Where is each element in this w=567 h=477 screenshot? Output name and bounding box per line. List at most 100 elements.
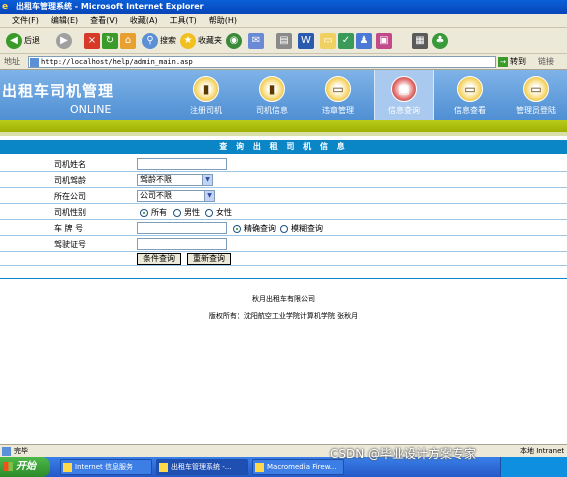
star-icon: ★	[180, 32, 196, 49]
back-button[interactable]: ◀ 后退	[6, 32, 40, 50]
folder-icon: ▭	[325, 76, 351, 102]
discuss-icon: ▭	[320, 32, 336, 49]
security-zone: 本地 Intranet	[520, 447, 565, 455]
address-label: 地址	[4, 57, 20, 66]
row-license: 驾驶证号	[0, 236, 567, 252]
refresh-icon: ↻	[102, 32, 118, 49]
status-bar: 完毕 本地 Intranet	[0, 444, 567, 457]
taskbar: 开始 Internet 信息服务 出租车管理系统 -... Macromedia…	[0, 457, 567, 477]
folder-icon: ▭	[457, 76, 483, 102]
mail-button[interactable]: ✉	[248, 32, 266, 50]
folder-icon: ▮	[259, 76, 285, 102]
stop-button[interactable]: ×	[84, 32, 102, 50]
search-button[interactable]: ⚲ 搜索	[142, 32, 176, 50]
stop-icon: ×	[84, 32, 100, 49]
footer-company: 秋月出租车有限公司	[252, 295, 315, 303]
mail-icon: ✉	[248, 32, 264, 49]
books-icon: ▤	[391, 76, 417, 102]
tool-icon: ▣	[376, 32, 392, 49]
nav-violation-management[interactable]: ▭ 违章管理	[308, 74, 368, 120]
menu-tools[interactable]: 工具(T)	[164, 14, 203, 28]
page-viewport: 出租车司机管理 ONLINE ▮ 注册司机 ▮ 司机信息 ▭ 违章管理 ▤ 信息…	[0, 70, 567, 444]
media-button[interactable]: ◉	[226, 32, 244, 50]
menu-edit[interactable]: 编辑(E)	[45, 14, 84, 28]
calculator-button[interactable]: ▦	[412, 32, 430, 50]
decorative-line	[0, 132, 567, 136]
users-button[interactable]: ♣	[432, 32, 450, 50]
forward-button[interactable]: ▶	[56, 32, 74, 50]
tool-button[interactable]: ▣	[376, 32, 394, 50]
menu-view[interactable]: 查看(V)	[84, 14, 124, 28]
match-radio-exact[interactable]: 精确查询	[233, 223, 276, 234]
row-company: 所在公司 公司不限 ▼	[0, 188, 567, 204]
company-select[interactable]: 公司不限 ▼	[137, 190, 215, 202]
home-icon: ⌂	[120, 32, 136, 49]
refresh-button[interactable]: ↻	[102, 32, 120, 50]
row-gender: 司机性别 所有 男性 女性	[0, 204, 567, 220]
menu-help[interactable]: 帮助(H)	[203, 14, 243, 28]
ie-icon	[159, 463, 168, 472]
messenger-button[interactable]: ♟	[356, 32, 374, 50]
license-input[interactable]	[137, 238, 227, 250]
match-radio-fuzzy[interactable]: 模糊查询	[280, 223, 323, 234]
radio-dot	[280, 224, 288, 233]
brand-subtitle: ONLINE	[70, 103, 112, 116]
nav-info-view[interactable]: ▭ 信息查看	[440, 74, 500, 120]
menu-favorites[interactable]: 收藏(A)	[124, 14, 164, 28]
folder-icon: ▭	[523, 76, 549, 102]
gender-label: 司机性别	[54, 208, 86, 217]
row-plate: 车 牌 号 精确查询 模糊查询	[0, 220, 567, 236]
nav-register-driver[interactable]: ▮ 注册司机	[176, 74, 236, 120]
edit-button[interactable]: W	[298, 32, 316, 50]
system-tray	[500, 457, 567, 477]
back-arrow-icon: ◀	[6, 32, 22, 49]
plate-input[interactable]	[137, 222, 227, 234]
taskbar-item-iis[interactable]: Internet 信息服务	[60, 459, 152, 475]
address-url: http://localhost/help/admin_main.asp	[41, 58, 193, 66]
discuss-button[interactable]: ▭	[320, 32, 338, 50]
nav-info-query[interactable]: ▤ 信息查询	[374, 70, 434, 120]
nav-admin-login[interactable]: ▭ 管理员登陆	[506, 74, 566, 120]
row-buttons: 条件查询 重新查询	[0, 252, 567, 266]
watermark: CSDN @毕业设计方案专家	[330, 447, 477, 461]
brand-title: 出租车司机管理	[2, 82, 115, 100]
users-icon: ♣	[432, 32, 448, 49]
messenger-icon: ♟	[356, 32, 372, 49]
favorites-button[interactable]: ★ 收藏夹	[180, 32, 222, 50]
site-banner: 出租车司机管理 ONLINE ▮ 注册司机 ▮ 司机信息 ▭ 违章管理 ▤ 信息…	[0, 70, 567, 120]
address-input[interactable]: http://localhost/help/admin_main.asp	[28, 56, 496, 68]
menu-file[interactable]: 文件(F)	[6, 14, 45, 28]
print-button[interactable]: ▤	[276, 32, 294, 50]
decorative-band	[0, 120, 567, 132]
home-button[interactable]: ⌂	[120, 32, 138, 50]
chevron-down-icon: ▼	[202, 175, 212, 185]
gender-radio-female[interactable]: 女性	[205, 207, 232, 218]
fireworks-icon	[255, 463, 264, 472]
search-submit-button[interactable]: 条件查询	[137, 253, 181, 265]
footer-copyright: 版权所有：沈阳航空工业学院计算机学院 张秋月	[208, 312, 359, 320]
go-button[interactable]: → 转到	[498, 56, 528, 68]
links-button[interactable]: 链接	[538, 56, 554, 67]
radio-dot	[173, 208, 181, 217]
driver-age-select[interactable]: 驾龄不限 ▼	[137, 174, 213, 186]
taskbar-item-ie[interactable]: 出租车管理系统 -...	[156, 459, 248, 475]
row-driver-name: 司机姓名	[0, 156, 567, 172]
address-bar: 地址 http://localhost/help/admin_main.asp …	[0, 54, 567, 70]
windows-flag-icon	[4, 462, 13, 471]
reset-button[interactable]: 重新查询	[187, 253, 231, 265]
forward-arrow-icon: ▶	[56, 32, 72, 49]
driver-name-input[interactable]	[137, 158, 227, 170]
page-done-icon	[2, 447, 11, 456]
gender-radio-all[interactable]: 所有	[140, 207, 167, 218]
iis-icon	[63, 463, 72, 472]
gender-radio-male[interactable]: 男性	[173, 207, 200, 218]
radio-dot	[233, 224, 241, 233]
plate-label: 车 牌 号	[54, 224, 84, 233]
radio-dot	[205, 208, 213, 217]
research-button[interactable]: ✓	[338, 32, 356, 50]
menu-bar: 文件(F) 编辑(E) 查看(V) 收藏(A) 工具(T) 帮助(H)	[0, 14, 567, 28]
start-button[interactable]: 开始	[0, 457, 50, 477]
nav-driver-info[interactable]: ▮ 司机信息	[242, 74, 302, 120]
chevron-down-icon: ▼	[204, 191, 214, 201]
driver-name-label: 司机姓名	[54, 160, 86, 169]
